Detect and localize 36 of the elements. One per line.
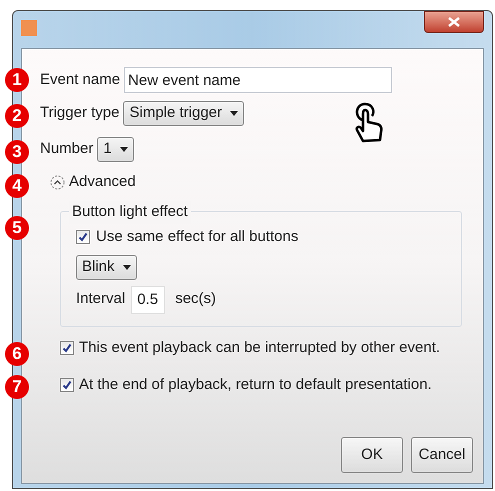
caret-icon	[120, 146, 128, 152]
checkbox[interactable]	[60, 341, 74, 356]
checkbox-label: At the end of playback, return to default presentation.	[79, 374, 432, 394]
advanced-toggle[interactable]: Advanced	[50, 167, 136, 197]
callout-badge: 3	[5, 140, 29, 164]
field-label: Trigger type	[40, 102, 120, 123]
field-label: Event name	[40, 70, 120, 90]
checkmark-icon	[78, 232, 88, 242]
checkbox[interactable]	[60, 378, 74, 392]
callout-badge: 4	[5, 174, 29, 198]
checkmark-icon	[62, 380, 72, 390]
input-field[interactable]: New event name	[124, 67, 392, 93]
dropdown[interactable]: Blink	[76, 254, 137, 280]
dropdown[interactable]: 1	[97, 136, 134, 162]
callout-badge: 2	[5, 104, 29, 128]
callout-badge: 5	[5, 216, 29, 240]
unit-label: sec(s)	[175, 289, 216, 310]
input-field[interactable]: 0.5	[131, 286, 166, 314]
close-icon	[448, 17, 460, 27]
field-label: Interval	[76, 289, 126, 310]
field-label: Number	[40, 138, 94, 159]
callout-badge: 6	[5, 342, 29, 366]
close-button[interactable]	[424, 11, 484, 33]
dialog-button[interactable]: Cancel	[411, 437, 473, 473]
checkmark-icon	[62, 343, 72, 354]
checkbox-label: This event playback can be interrupted by other event.	[79, 338, 440, 358]
caret-icon	[122, 264, 131, 270]
chevron-up-icon	[50, 174, 65, 190]
dialog-button[interactable]: OK	[341, 437, 403, 473]
checkbox[interactable]	[76, 230, 90, 244]
callout-badge: 7	[5, 375, 29, 399]
app-icon	[21, 20, 37, 36]
dropdown[interactable]: Simple trigger	[123, 100, 244, 126]
caret-icon	[230, 110, 238, 116]
callout-badge: 1	[5, 68, 29, 92]
checkbox-label: Use same effect for all buttons	[96, 227, 298, 247]
